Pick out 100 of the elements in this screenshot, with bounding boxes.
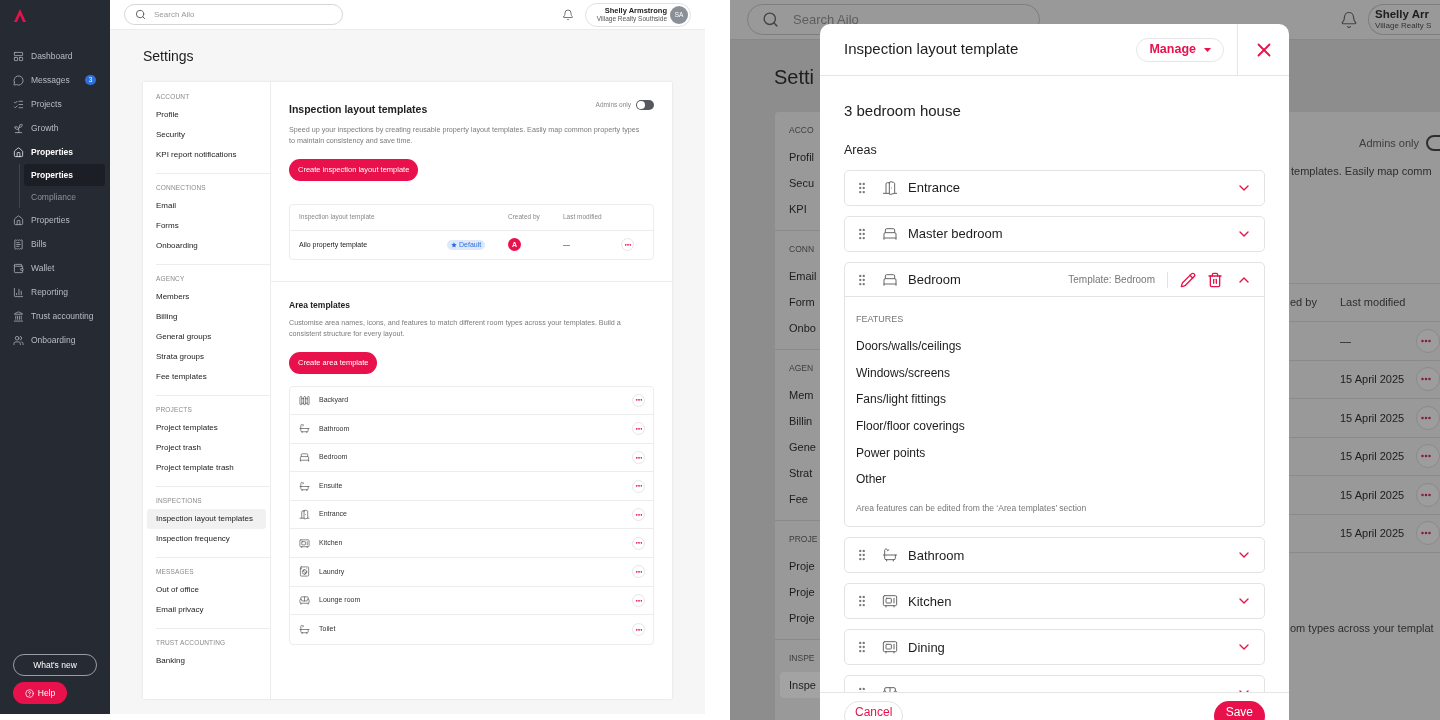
receipt-icon (13, 238, 24, 250)
more-button[interactable] (1416, 521, 1440, 546)
bell-icon[interactable] (1340, 10, 1358, 29)
settings-nav-item[interactable]: Mem (780, 382, 820, 408)
settings-nav-item[interactable]: Profil (780, 144, 820, 170)
area-header[interactable]: Bedroom Template: Bedroom (845, 263, 1264, 297)
admins-only-toggle[interactable] (636, 100, 654, 110)
section-title: Inspection layout templates (289, 102, 428, 117)
door-icon (882, 180, 898, 196)
nav-item[interactable]: Onboarding (0, 328, 110, 352)
logo-icon (14, 9, 26, 22)
edit-icon[interactable] (1180, 271, 1196, 288)
settings-nav-item[interactable]: Forms (147, 216, 266, 236)
chat-bubble-icon (13, 74, 24, 86)
more-button[interactable] (1416, 328, 1440, 353)
bed-icon (299, 452, 310, 463)
settings-nav-item[interactable]: Email privacy (147, 600, 266, 620)
caret-icon (1204, 47, 1211, 52)
more-button[interactable] (1416, 444, 1440, 469)
save-button[interactable]: Save (1213, 701, 1265, 720)
features-note: Area features can be edited from the ‘Area templates’ section (856, 501, 1088, 515)
settings-nav-item[interactable]: Inspection frequency (147, 529, 266, 549)
settings-nav-item[interactable]: Secu (780, 170, 820, 196)
oven-icon (882, 593, 898, 610)
area-name: Entrance (908, 179, 961, 198)
settings-nav-item[interactable]: Billing (147, 307, 266, 327)
column-header: Last modified (1340, 295, 1406, 311)
nav-item[interactable]: Growth (0, 116, 110, 140)
page-title: Settings (143, 47, 195, 65)
settings-nav-item[interactable]: Banking (147, 651, 266, 671)
nav-item[interactable]: Properties (0, 208, 110, 232)
settings-nav-item[interactable]: KPI report notifications (147, 145, 266, 165)
settings-nav-item[interactable]: Strata groups (147, 347, 266, 367)
more-button[interactable] (1416, 367, 1440, 392)
area-row[interactable]: Dining (844, 629, 1265, 666)
help-icon (24, 688, 34, 698)
area-row[interactable]: Entrance (844, 170, 1265, 206)
house-icon (13, 146, 24, 158)
template-name: 3 bedroom house (844, 101, 962, 121)
sub-nav-item[interactable]: Properties (24, 164, 105, 186)
settings-nav-item[interactable]: Gene (780, 434, 820, 460)
settings-nav-item[interactable]: Inspe (780, 672, 820, 698)
settings-nav-item[interactable]: Onbo (780, 315, 820, 341)
bathtub-icon (882, 547, 898, 564)
nav-item[interactable]: Trust accounting (0, 304, 110, 328)
nav-item[interactable]: Dashboard (0, 44, 110, 68)
settings-nav-item[interactable]: Security (147, 125, 266, 145)
settings-nav-item[interactable]: Profile (147, 105, 266, 125)
nav-item[interactable]: Projects (0, 92, 110, 116)
table-cell-text: 15 April 2025 (1340, 449, 1406, 464)
area-row[interactable]: Kitchen (844, 583, 1265, 620)
nav-item[interactable]: Bills (0, 232, 110, 256)
feature-item: Other (856, 471, 887, 489)
settings-nav-item[interactable]: Project template trash (147, 458, 266, 478)
nav-item[interactable]: Wallet (0, 256, 110, 280)
bell-icon[interactable] (562, 8, 574, 21)
settings-nav-item[interactable]: Proje (780, 579, 820, 605)
area-row[interactable]: Bathroom (844, 537, 1265, 574)
table-cell-text: 15 April 2025 (1340, 526, 1406, 541)
bathtub-icon (299, 624, 310, 636)
settings-nav-item[interactable]: Billin (780, 408, 820, 434)
settings-nav-item[interactable]: Inspection layout templates (147, 509, 266, 529)
template-label: Template: Bedroom (1068, 273, 1155, 287)
nav-item[interactable]: Reporting (0, 280, 110, 304)
feature-item: Windows/screens (856, 364, 952, 382)
areas-heading: Areas (844, 142, 878, 158)
area-name: Bathroom (908, 546, 965, 565)
section-description: templates. Easily map comm (1290, 163, 1433, 179)
settings-nav-item[interactable]: Onboarding (147, 236, 266, 256)
table-cell-text: — (1340, 333, 1352, 349)
settings-nav-item[interactable]: Proje (780, 605, 820, 631)
nav-item[interactable]: Properties (0, 140, 110, 164)
settings-nav-item[interactable]: General groups (147, 327, 266, 347)
more-button[interactable] (1416, 482, 1440, 507)
settings-nav-item[interactable]: Project templates (147, 418, 266, 438)
dashboard-icon (13, 50, 24, 62)
help-button[interactable]: Help (13, 682, 67, 704)
settings-nav-item[interactable]: Form (780, 289, 820, 315)
delete-icon[interactable] (1207, 271, 1223, 288)
settings-nav-item[interactable]: Email (147, 196, 266, 216)
page-title: Setti (773, 65, 816, 90)
settings-nav-item[interactable]: Fee templates (147, 367, 266, 387)
settings-nav-item[interactable]: Strat (780, 460, 820, 486)
settings-nav-item[interactable]: Project trash (147, 438, 266, 458)
area-row[interactable]: Master bedroom (844, 216, 1265, 252)
sprout-icon (13, 122, 24, 134)
settings-nav-item[interactable]: Members (147, 287, 266, 307)
feature-item: Floor/floor coverings (856, 418, 966, 436)
search-icon (135, 9, 146, 20)
features-heading: FEATURES (856, 313, 905, 325)
section-heading: AGEN (789, 362, 815, 375)
settings-nav-item[interactable]: Proje (780, 553, 820, 579)
settings-nav-item[interactable]: KPI (780, 196, 820, 222)
settings-nav-item[interactable]: Out of office (147, 580, 266, 600)
settings-nav-item[interactable]: Email (780, 263, 820, 289)
wallet-icon (13, 262, 24, 274)
sub-nav-item[interactable]: Compliance (24, 186, 105, 208)
more-button[interactable] (1416, 405, 1440, 430)
settings-nav-item[interactable]: Fee (780, 486, 820, 512)
star-icon (451, 241, 457, 248)
